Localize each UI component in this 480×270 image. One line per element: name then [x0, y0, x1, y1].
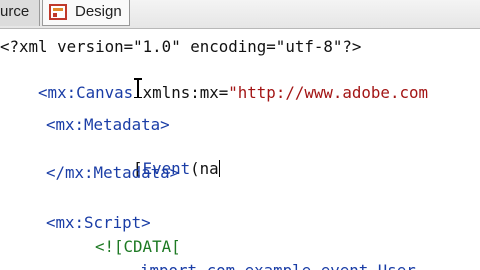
code-line-script-open: <mx:Script> [46, 213, 151, 232]
tab-design-label: Design [75, 3, 122, 20]
code-line-metadata-open: <mx:Metadata> [46, 115, 170, 134]
canvas-tag: <mx:Canvas [38, 83, 134, 102]
editor-tab-bar: urce Design [0, 0, 480, 29]
code-line-1: <?xml version="1.0" encoding="utf-8"?> [0, 37, 362, 56]
xmlns-value: "http://www.adobe.com [228, 83, 428, 102]
code-line-import: import com.example.event.User [140, 261, 416, 270]
tab-source[interactable]: urce [0, 0, 40, 26]
text-cursor [218, 160, 221, 177]
ibeam-cursor-icon [134, 78, 142, 98]
code-line-metadata-close: </mx:Metadata> [46, 163, 180, 182]
tab-design[interactable]: Design [42, 0, 130, 26]
code-line-2: <mx:Canvas xmlns:mx="http://www.adobe.co… [0, 63, 428, 102]
code-line-event: [Event(na [95, 139, 221, 178]
design-view-icon [49, 4, 67, 20]
code-line-cdata: <![CDATA[ [95, 237, 181, 256]
code-editor[interactable]: <?xml version="1.0" encoding="utf-8"?> <… [0, 29, 480, 270]
xmlns-attribute: xmlns:mx= [133, 83, 229, 102]
tab-source-label: urce [0, 3, 30, 20]
event-args: (na [190, 159, 219, 178]
